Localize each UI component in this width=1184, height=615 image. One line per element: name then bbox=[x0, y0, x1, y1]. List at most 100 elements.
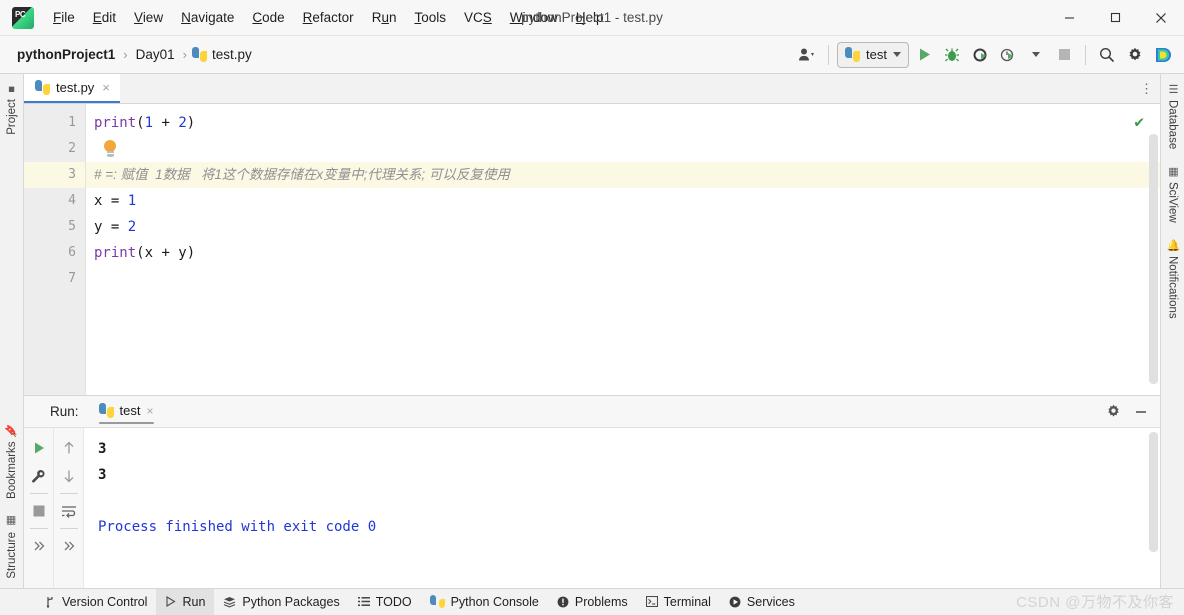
menu-item-refactor[interactable]: Refactor bbox=[294, 5, 363, 30]
left-rail-bottom-group: Bookmarks 🔖 Structure ▦ bbox=[5, 421, 19, 582]
sidebar-item-project[interactable]: Project ■ bbox=[5, 80, 19, 138]
console-line: 3 bbox=[98, 467, 107, 483]
editor-tab-strip: test.py × ⋮ bbox=[24, 74, 1160, 104]
pycharm-logo-icon: PC bbox=[12, 6, 34, 29]
token-assign-x: x = bbox=[94, 193, 128, 209]
debug-button[interactable] bbox=[939, 42, 965, 68]
left-tool-rail: Project ■ Bookmarks 🔖 Structure ▦ bbox=[0, 74, 24, 588]
statusbar-item-run[interactable]: Run bbox=[156, 588, 215, 615]
notifications-label: Notifications bbox=[1166, 256, 1179, 320]
token-paren-open: ( bbox=[136, 115, 145, 131]
soft-wrap-button[interactable] bbox=[56, 497, 82, 525]
menu-item-help[interactable]: Help bbox=[567, 5, 613, 30]
statusbar-label: Run bbox=[182, 594, 206, 609]
stop-button[interactable] bbox=[26, 497, 52, 525]
run-configuration-selector[interactable]: test bbox=[837, 41, 909, 68]
statusbar-label: Version Control bbox=[62, 594, 148, 609]
hide-panel-icon[interactable] bbox=[1128, 399, 1154, 425]
editor-options-icon[interactable]: ⋮ bbox=[1134, 74, 1160, 103]
menu-item-run[interactable]: Run bbox=[363, 5, 406, 30]
sidebar-item-sciview[interactable]: ▦ SciView bbox=[1166, 162, 1180, 226]
statusbar-label: Problems bbox=[574, 594, 628, 609]
workspace: Project ■ Bookmarks 🔖 Structure ▦ test.p… bbox=[0, 74, 1184, 588]
up-arrow-button[interactable] bbox=[56, 434, 82, 462]
statusbar-item-version-control[interactable]: Version Control bbox=[36, 589, 156, 615]
close-button[interactable] bbox=[1138, 0, 1184, 36]
status-bar: Version Control Run Python Packages TODO… bbox=[0, 588, 1184, 615]
profile-button[interactable] bbox=[995, 42, 1021, 68]
account-icon[interactable] bbox=[794, 42, 820, 68]
menu-item-edit[interactable]: Edit bbox=[84, 5, 125, 30]
close-icon[interactable]: × bbox=[102, 80, 110, 95]
profile-dropdown-icon[interactable] bbox=[1023, 42, 1049, 68]
right-rail-group: ☰ Database ▦ SciView 🔔 Notifications bbox=[1166, 80, 1180, 322]
wrench-button[interactable] bbox=[26, 462, 52, 490]
python-file-icon bbox=[35, 80, 50, 95]
run-tab-test[interactable]: test × bbox=[93, 400, 160, 424]
editor-scrollbar[interactable] bbox=[1149, 134, 1158, 384]
statusbar-item-services[interactable]: Services bbox=[720, 589, 804, 615]
run-tab-label: test bbox=[119, 403, 141, 418]
gear-icon[interactable] bbox=[1122, 42, 1148, 68]
rerun-button[interactable] bbox=[26, 434, 52, 462]
menu-item-navigate[interactable]: Navigate bbox=[172, 5, 243, 30]
run-tool-window: Run: test × 3 3 Process finished with ex… bbox=[24, 396, 1160, 588]
breadcrumb-file[interactable]: test.py bbox=[209, 45, 255, 64]
expand-left-button[interactable] bbox=[26, 532, 52, 560]
down-arrow-button[interactable] bbox=[56, 462, 82, 490]
run-configuration-name: test bbox=[866, 47, 887, 62]
inspection-status-icon[interactable]: ✔ bbox=[1134, 112, 1144, 131]
minimize-button[interactable] bbox=[1046, 0, 1092, 36]
pycharm-window: PC File Edit View Navigate Code Refactor… bbox=[0, 0, 1184, 615]
menu-item-window[interactable]: Window bbox=[501, 5, 567, 30]
statusbar-item-todo[interactable]: TODO bbox=[349, 589, 421, 615]
statusbar-item-terminal[interactable]: Terminal bbox=[637, 589, 720, 615]
sidebar-item-bookmarks[interactable]: Bookmarks 🔖 bbox=[5, 421, 19, 502]
console-scrollbar[interactable] bbox=[1149, 432, 1158, 552]
bookmarks-label: Bookmarks bbox=[5, 441, 18, 500]
statusbar-item-python-packages[interactable]: Python Packages bbox=[214, 589, 348, 615]
search-icon[interactable] bbox=[1094, 42, 1120, 68]
run-toolbar-nav bbox=[54, 428, 84, 588]
menu-item-file[interactable]: File bbox=[44, 5, 84, 30]
ai-assistant-icon[interactable] bbox=[1150, 42, 1176, 68]
menu-item-view[interactable]: View bbox=[125, 5, 172, 30]
token-print: print bbox=[94, 245, 137, 261]
line-number: 2 bbox=[68, 141, 76, 156]
editor-tab-test-py[interactable]: test.py × bbox=[24, 74, 120, 103]
run-panel-title: Run: bbox=[50, 404, 79, 419]
statusbar-label: TODO bbox=[375, 594, 412, 609]
menu-item-tools[interactable]: Tools bbox=[405, 5, 455, 30]
token-paren-close: ) bbox=[186, 115, 196, 131]
database-icon: ☰ bbox=[1167, 83, 1179, 96]
console-output[interactable]: 3 3 Process finished with exit code 0 bbox=[84, 428, 1160, 588]
statusbar-item-python-console[interactable]: Python Console bbox=[421, 589, 548, 615]
statusbar-item-problems[interactable]: Problems bbox=[548, 589, 637, 615]
close-icon[interactable]: × bbox=[147, 404, 154, 418]
gear-icon[interactable] bbox=[1100, 399, 1126, 425]
run-button[interactable] bbox=[911, 42, 937, 68]
breadcrumb-project[interactable]: pythonProject1 bbox=[14, 45, 118, 64]
breadcrumb-folder[interactable]: Day01 bbox=[133, 45, 178, 64]
warning-icon bbox=[557, 596, 569, 608]
statusbar-label: Services bbox=[746, 594, 795, 609]
intention-bulb-icon[interactable] bbox=[102, 140, 118, 158]
menu-item-vcs[interactable]: VCS bbox=[455, 5, 501, 30]
line-number: 7 bbox=[68, 271, 76, 286]
token-assign-y: y = bbox=[94, 219, 128, 235]
code-content[interactable]: print(1 + 2) # =: 赋值 1数据 将1这个数据存储在x变量中;代… bbox=[86, 104, 1160, 395]
maximize-button[interactable] bbox=[1092, 0, 1138, 36]
sidebar-item-database[interactable]: ☰ Database bbox=[1166, 80, 1180, 152]
sidebar-item-structure[interactable]: Structure ▦ bbox=[5, 512, 19, 582]
branch-icon bbox=[45, 595, 56, 608]
stop-button[interactable] bbox=[1051, 42, 1077, 68]
menu-item-code[interactable]: Code bbox=[243, 5, 293, 30]
sidebar-item-notifications[interactable]: 🔔 Notifications bbox=[1166, 236, 1180, 322]
expand-right-button[interactable] bbox=[56, 532, 82, 560]
watermark: CSDN @万物不及你客 bbox=[1016, 594, 1174, 611]
left-rail-top-group: Project ■ bbox=[5, 80, 19, 138]
run-with-coverage-button[interactable] bbox=[967, 42, 993, 68]
structure-label: Structure bbox=[5, 532, 18, 579]
